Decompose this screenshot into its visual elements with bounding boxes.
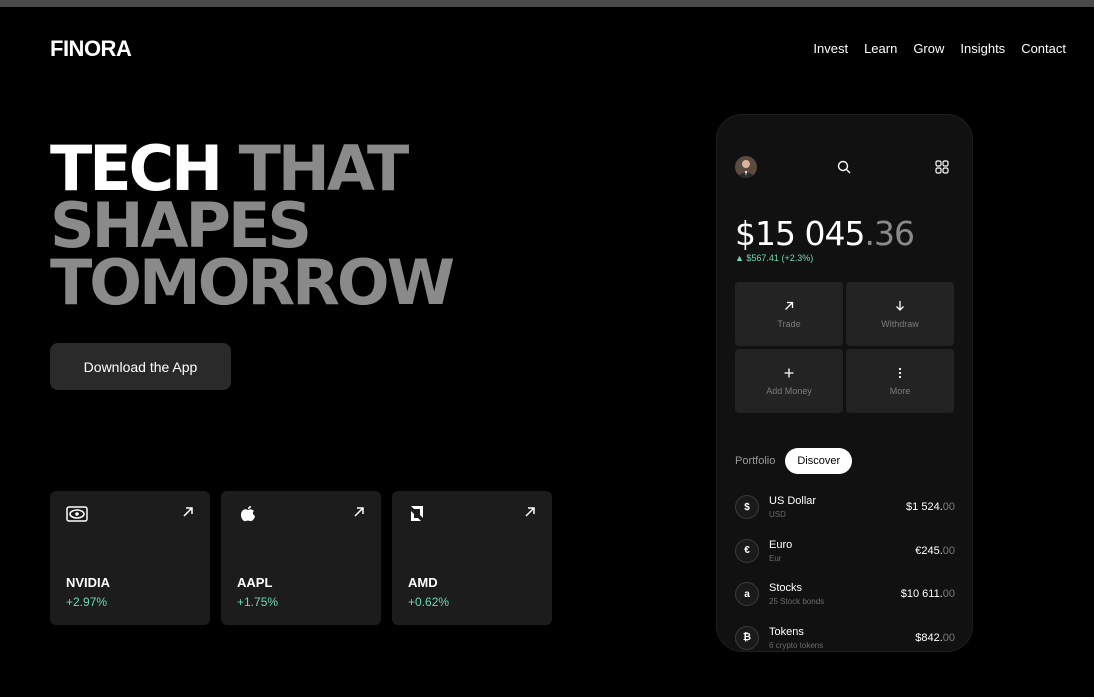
asset-name: Euro	[769, 538, 793, 551]
asset-list: $ US Dollar USD $1 524.00 € Euro Eur €24…	[735, 493, 955, 652]
search-icon[interactable]	[837, 160, 851, 174]
stock-change: +2.97%	[66, 595, 108, 609]
stock-card-nvidia[interactable]: NVIDIA +2.97%	[50, 491, 210, 625]
asset-value: €245.00	[915, 545, 955, 557]
asset-name: Tokens	[769, 625, 804, 638]
asset-value-decimals: 00	[942, 544, 955, 557]
asset-row-stocks[interactable]: a Stocks 25 Stock bonds $10 611.00	[735, 580, 955, 624]
asset-name: US Dollar	[769, 495, 817, 507]
nav-item-insights[interactable]: Insights	[960, 41, 1005, 56]
nav-item-invest[interactable]: Invest	[813, 41, 848, 56]
phone-mockup: $15 045.36 ▲ $567.41 (+2.3%) Trade Withd…	[716, 114, 973, 652]
amazon-logo-icon: a	[735, 582, 759, 606]
arrow-up-right-icon	[183, 507, 193, 517]
main-nav: Invest Learn Grow Insights Contact	[813, 41, 1066, 56]
asset-row-euro[interactable]: € Euro Eur €245.00	[735, 537, 955, 581]
stock-change: +1.75%	[237, 595, 279, 609]
asset-value: $842.00	[915, 632, 955, 644]
stock-card-aapl[interactable]: AAPL +1.75%	[221, 491, 381, 625]
balance-change: ▲ $567.41 (+2.3%)	[735, 253, 814, 263]
asset-value-decimals: 00	[942, 631, 955, 644]
stock-card-amd[interactable]: AMD +0.62%	[392, 491, 552, 625]
action-label: More	[889, 386, 911, 396]
portfolio-tabs: Portfolio Discover	[735, 448, 853, 474]
plus-icon	[784, 368, 794, 378]
apps-grid-icon[interactable]	[935, 160, 949, 174]
stock-change: +0.62%	[408, 595, 450, 609]
balance-main: $15 045	[735, 214, 865, 253]
more-button[interactable]: More	[846, 349, 954, 413]
stock-name: AMD	[408, 575, 438, 590]
stock-name: NVIDIA	[66, 575, 111, 590]
asset-value: $1 524.00	[906, 501, 955, 513]
dollar-icon: $	[735, 495, 759, 519]
nav-item-grow[interactable]: Grow	[913, 41, 944, 56]
nav-item-contact[interactable]: Contact	[1021, 41, 1066, 56]
nav-item-learn[interactable]: Learn	[864, 41, 897, 56]
asset-value-decimals: 00	[942, 588, 955, 600]
add-money-button[interactable]: Add Money	[735, 349, 843, 413]
arrow-up-right-icon	[525, 507, 535, 517]
asset-value-main: $842.	[915, 631, 943, 644]
download-app-button[interactable]: Download the App	[50, 343, 231, 390]
asset-subtitle: Eur	[769, 553, 782, 563]
withdraw-button[interactable]: Withdraw	[846, 282, 954, 346]
arrow-up-right-icon	[354, 507, 364, 517]
action-label: Trade	[777, 319, 801, 329]
asset-value-decimals: 00	[942, 501, 955, 513]
asset-subtitle: 25 Stock bonds	[769, 597, 825, 606]
asset-subtitle: USD	[769, 510, 786, 519]
asset-row-usd[interactable]: $ US Dollar USD $1 524.00	[735, 493, 955, 537]
nvidia-logo-icon	[66, 506, 88, 522]
action-label: Withdraw	[881, 319, 919, 329]
arrow-down-icon	[896, 301, 904, 311]
action-grid: Trade Withdraw Add Money More	[735, 282, 955, 413]
asset-value: $10 611.00	[901, 588, 955, 600]
stock-cards: NVIDIA +2.97% AAPL +1.75% AMD +0.62%	[50, 491, 552, 625]
asset-name: Stocks	[769, 582, 803, 594]
balance-cents: .36	[864, 214, 914, 253]
action-label: Add Money	[766, 386, 812, 396]
asset-value-main: $10 611.	[900, 588, 943, 600]
stock-name: AAPL	[237, 575, 273, 590]
avatar[interactable]	[735, 156, 757, 178]
hero-headline: TECH THAT SHAPES TOMORROW	[50, 138, 455, 319]
asset-value-main: €245.	[915, 544, 943, 557]
asset-subtitle: 6 crypto tokens	[769, 640, 824, 650]
hero-line-tomorrow: TOMORROW	[50, 246, 455, 319]
asset-value-main: $1 524.	[906, 501, 943, 513]
tab-discover[interactable]: Discover	[785, 448, 853, 474]
arrow-up-right-icon	[785, 301, 794, 310]
asset-row-tokens[interactable]: ₿ Tokens 6 crypto tokens $842.00	[735, 624, 955, 652]
trade-button[interactable]: Trade	[735, 282, 843, 346]
balance-amount: $15 045.36	[735, 214, 915, 253]
bitcoin-icon: ₿	[735, 625, 759, 650]
window-top-bar	[0, 0, 1094, 7]
tab-portfolio[interactable]: Portfolio	[735, 455, 775, 467]
apple-logo-icon	[241, 506, 255, 522]
avatar-person-icon	[738, 160, 754, 178]
euro-icon: €	[735, 538, 759, 563]
amd-logo-icon	[411, 506, 423, 521]
more-vertical-icon	[898, 367, 902, 379]
brand-logo[interactable]: FINORA	[50, 36, 132, 62]
